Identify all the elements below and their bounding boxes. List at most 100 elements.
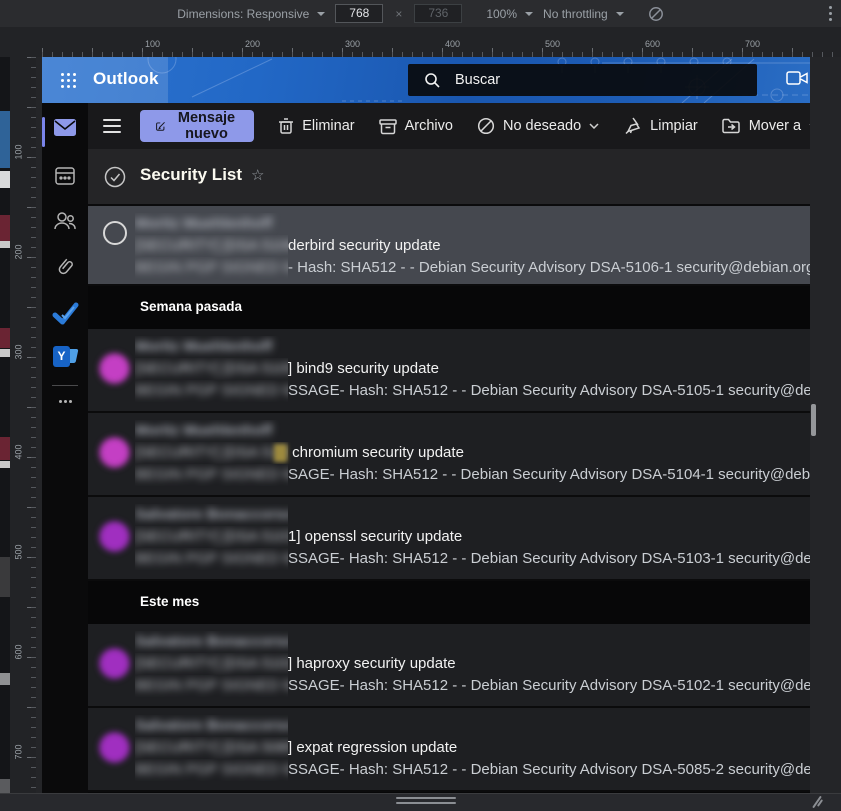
email-preview-blurred-prefix: BEGIN PGP SIGNED ME: [135, 382, 288, 399]
ruler-corner-band: [0, 27, 841, 38]
chevron-down-icon: [809, 124, 810, 125]
chevron-down-icon: [317, 11, 326, 16]
email-sender-blurred: Moritz Muehlenhoff: [135, 215, 273, 232]
new-message-button[interactable]: Mensaje nuevo: [140, 110, 255, 142]
email-list-item[interactable]: Salvatore Bonaccorso [SECURITY] [DSA 508…: [88, 708, 810, 792]
left-rail: Y: [42, 103, 88, 793]
search-icon: [424, 72, 441, 89]
email-preview-blurred-prefix: BEGIN PGP SIGNED ME: [135, 677, 288, 694]
hamburger-menu-icon[interactable]: [103, 119, 121, 133]
zoom-select[interactable]: 100%: [486, 6, 534, 21]
email-subject: ] expat regression update: [288, 739, 458, 756]
email-preview: SSAGE- Hash: SHA512 - - Debian Security …: [288, 382, 810, 399]
todo-check-icon[interactable]: [42, 301, 88, 325]
avatar: [98, 647, 131, 680]
favorite-star-icon[interactable]: ☆: [251, 166, 264, 184]
avatar: [98, 436, 131, 469]
avatar: [98, 731, 131, 764]
email-preview: SSAGE- Hash: SHA512 - - Debian Security …: [288, 761, 810, 778]
devtools-bottom-bar: [0, 793, 841, 811]
rail-divider: [52, 385, 78, 386]
message-list: Security List ☆ Moritz Muehlenhoff [SECU…: [88, 149, 810, 793]
folder-header: Security List ☆: [88, 149, 810, 206]
rotate-viewport-icon[interactable]: [648, 6, 664, 22]
junk-button[interactable]: No deseado: [477, 117, 599, 135]
select-all-icon[interactable]: [104, 166, 126, 188]
email-sender-blurred: Moritz Muehlenhoff: [135, 422, 273, 439]
email-sender-blurred: Moritz Muehlenhoff: [135, 338, 273, 355]
email-sender-blurred: Salvatore Bonaccorso: [135, 633, 288, 650]
throttling-value: No throttling: [543, 6, 608, 21]
mail-icon[interactable]: [42, 118, 88, 137]
email-list-item[interactable]: Moritz Muehlenhoff [SECURITY] [DSA 5104-…: [88, 413, 810, 497]
device-viewport: Outlook Buscar Y Mensaje nuevo Eliminar …: [42, 57, 810, 793]
scrollbar-thumb[interactable]: [811, 404, 816, 436]
calendar-icon[interactable]: [42, 165, 88, 187]
app-launcher-icon[interactable]: [59, 71, 77, 89]
email-sender-blurred: Salvatore Bonaccorso: [135, 717, 288, 734]
dimensions-label: Dimensions: Responsive: [177, 6, 310, 21]
archive-icon: [378, 118, 397, 134]
email-list-item[interactable]: Moritz Muehlenhoff [SECURITY] [DSA 5106-…: [88, 206, 810, 286]
devtools-toolbar: Dimensions: Responsive 768 × 736 100% No…: [0, 0, 841, 28]
email-subject-blurred-prefix: [SECURITY] [DSA 5106-1] thun: [135, 237, 288, 254]
email-group-header[interactable]: Semana pasada: [88, 286, 810, 329]
email-preview-blurred-prefix: BEGIN PGP SIGNED ME: [135, 761, 288, 778]
archive-button[interactable]: Archivo: [378, 118, 453, 135]
people-icon[interactable]: [42, 210, 88, 232]
chevron-down-icon: [589, 123, 599, 129]
mail-toolbar: Mensaje nuevo Eliminar Archivo No desead…: [88, 103, 810, 150]
email-group-label: Semana pasada: [140, 299, 243, 314]
ruler-horizontal: 100 200 300 400 500 600 700: [36, 38, 841, 57]
more-apps-icon[interactable]: [59, 400, 62, 403]
email-list-item[interactable]: Moritz Muehlenhoff [SECURITY] [DSA 5105-…: [88, 329, 810, 413]
throttling-select[interactable]: No throttling: [543, 7, 624, 21]
email-list-item[interactable]: Salvatore Bonaccorso [SECURITY] [DSA 510…: [88, 497, 810, 581]
meet-camera-icon[interactable]: [786, 69, 809, 87]
email-list-item[interactable]: Salvatore Bonaccorso [SECURITY] [DSA 510…: [88, 624, 810, 708]
email-subject-blurred-prefix: [SECURITY] [DSA 5104-1]: [135, 444, 288, 461]
viewport-width-input[interactable]: 768: [335, 4, 384, 23]
sweep-button[interactable]: Limpiar: [623, 117, 698, 135]
email-subject-blurred-prefix: [SECURITY] [DSA 5102-1: [135, 655, 288, 672]
selection-circle-checkbox[interactable]: [103, 221, 127, 245]
zoom-value: 100%: [486, 6, 518, 21]
avatar: [98, 352, 131, 385]
search-input[interactable]: Buscar: [408, 64, 757, 96]
delete-button[interactable]: Eliminar: [278, 117, 355, 135]
avatar: [98, 520, 131, 553]
email-subject: 1] openssl security update: [288, 528, 463, 545]
email-subject: ] bind9 security update: [288, 360, 439, 377]
chevron-down-icon: [525, 11, 534, 16]
attachment-icon[interactable]: [42, 256, 88, 279]
email-subject: derbird security update: [288, 237, 441, 254]
yammer-icon[interactable]: Y: [42, 346, 88, 367]
search-highlight-mark: [274, 444, 287, 462]
broom-icon: [625, 117, 641, 135]
email-group-label: Este mes: [140, 594, 200, 609]
viewport-height-input[interactable]: 736: [414, 4, 463, 23]
devtools-menu-icon[interactable]: [829, 6, 832, 9]
folder-move-icon: [721, 118, 740, 134]
screen-edge-artifacts: [0, 57, 10, 810]
email-preview: SSAGE- Hash: SHA512 - - Debian Security …: [288, 677, 810, 694]
app-title: Outlook: [93, 69, 159, 88]
chevron-down-icon: [615, 11, 624, 16]
viewport-resize-handle[interactable]: [396, 797, 456, 807]
email-subject-blurred-prefix: [SECURITY] [DSA 5103-: [135, 528, 288, 545]
email-preview-blurred-prefix: BEGIN PGP SIGNED ME: [135, 550, 288, 567]
move-to-button[interactable]: Mover a: [721, 118, 810, 134]
ruler-corner: [0, 38, 36, 57]
folder-title: Security List: [140, 165, 243, 184]
email-preview: - Hash: SHA512 - - Debian Security Advis…: [288, 259, 810, 276]
email-group-header[interactable]: Este mes: [88, 581, 810, 624]
dimensions-select[interactable]: Dimensions: Responsive: [177, 6, 326, 21]
trash-icon: [279, 118, 294, 134]
email-preview-blurred-prefix: BEGIN PGP SIGNED MES: [135, 466, 288, 483]
ruler-vertical: 100 200 300 400 500 600 700: [10, 57, 36, 810]
corner-resize-grip[interactable]: [809, 795, 825, 809]
email-preview: SSAGE- Hash: SHA512 - - Debian Security …: [288, 550, 810, 567]
search-placeholder: Buscar: [455, 72, 501, 88]
outlook-app-header: Outlook Buscar: [42, 57, 810, 103]
block-icon: [477, 117, 495, 135]
